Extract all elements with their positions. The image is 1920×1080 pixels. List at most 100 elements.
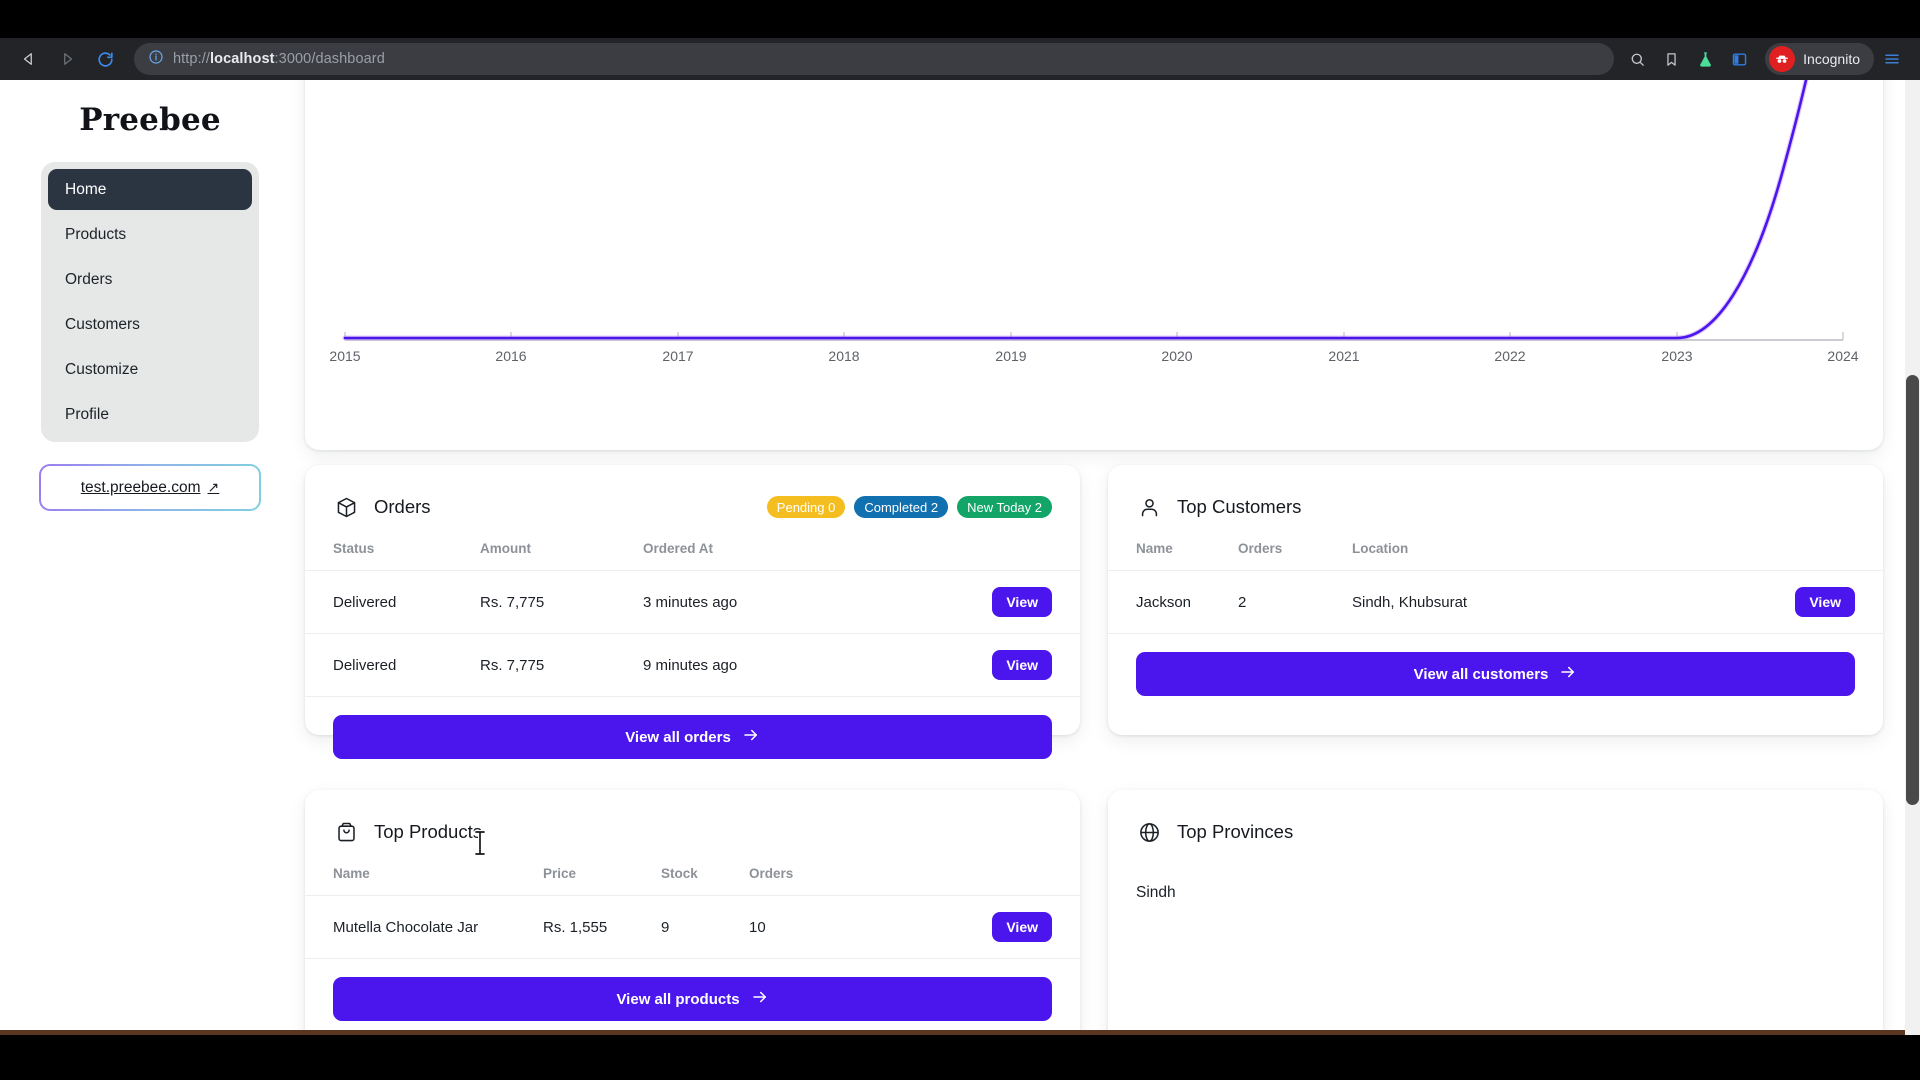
x-tick-label: 2015 [329, 348, 361, 364]
column-header-orders: Orders [749, 866, 794, 881]
growth-chart-card: 2015 2016 2017 2018 2019 2020 2021 2022 … [305, 80, 1883, 450]
sidebar-item-label: Home [65, 180, 107, 198]
view-customer-button[interactable]: View [1795, 587, 1855, 617]
orders-card-title: Orders [374, 496, 431, 517]
view-order-button[interactable]: View [992, 587, 1052, 617]
store-link-button[interactable]: test.preebee.com ↗ [39, 464, 261, 511]
status-badge-new-today[interactable]: New Today 2 [957, 496, 1052, 518]
column-header-price: Price [543, 866, 577, 881]
site-info-icon[interactable] [148, 49, 164, 70]
view-all-customers-button[interactable]: View all customers [1136, 652, 1855, 696]
side-panel-icon[interactable] [1723, 43, 1755, 75]
top-customers-card: Top Customers Name Orders Location Jacks… [1108, 465, 1883, 735]
package-icon [333, 494, 359, 520]
browser-toolbar: http://localhost:3000/dashboard Incognit… [0, 38, 1920, 80]
extension-flask-icon[interactable] [1689, 43, 1721, 75]
reload-button[interactable] [88, 42, 122, 76]
column-header-amount: Amount [480, 541, 531, 556]
forward-button[interactable] [50, 42, 84, 76]
sidebar-item-label: Customize [65, 360, 139, 378]
top-customers-card-header: Top Customers [1108, 465, 1883, 527]
view-all-orders-button[interactable]: View all orders [333, 715, 1052, 759]
column-header-name: Name [333, 866, 370, 881]
orders-card-header: Orders Pending 0 Completed 2 New Today 2 [305, 465, 1080, 527]
sidebar-item-label: Orders [65, 270, 113, 288]
table-row[interactable]: Mutella Chocolate Jar Rs. 1,555 9 10 Vie… [305, 895, 1080, 959]
view-all-products-label: View all products [616, 990, 740, 1008]
orders-badges: Pending 0 Completed 2 New Today 2 [766, 496, 1052, 518]
column-header-orderedat: Ordered At [643, 541, 714, 556]
order-status: Delivered [305, 633, 480, 697]
sidebar-item-profile[interactable]: Profile [48, 394, 252, 435]
table-row[interactable]: Delivered Rs. 7,775 9 minutes ago View [305, 633, 1080, 697]
view-all-products-button[interactable]: View all products [333, 977, 1052, 1021]
growth-chart[interactable]: 2015 2016 2017 2018 2019 2020 2021 2022 … [305, 80, 1883, 450]
table-row[interactable]: Jackson 2 Sindh, Khubsurat View [1108, 570, 1883, 634]
top-provinces-card: Top Provinces Sindh [1108, 790, 1883, 1030]
browser-menu-icon[interactable] [1876, 43, 1908, 75]
arrow-right-icon [751, 988, 769, 1010]
view-product-button[interactable]: View [992, 912, 1052, 942]
x-tick-label: 2019 [995, 348, 1027, 364]
sidebar-item-customers[interactable]: Customers [48, 304, 252, 345]
orders-table: Status Amount Ordered At Delivered Rs. 7… [305, 535, 1080, 697]
arrow-right-icon [742, 726, 760, 748]
sidebar-item-orders[interactable]: Orders [48, 259, 252, 300]
address-bar-url: http://localhost:3000/dashboard [173, 51, 385, 67]
x-tick-label: 2018 [828, 348, 860, 364]
order-amount: Rs. 7,775 [480, 633, 643, 697]
browser-tab-strip [0, 0, 1920, 38]
order-amount: Rs. 7,775 [480, 570, 643, 634]
globe-icon [1136, 819, 1162, 845]
view-order-button[interactable]: View [992, 650, 1052, 680]
view-all-orders-label: View all orders [625, 728, 731, 746]
column-header-status: Status [333, 541, 375, 556]
column-header-action [970, 860, 1080, 896]
top-provinces-card-header: Top Provinces [1108, 790, 1883, 852]
search-icon[interactable] [1621, 43, 1653, 75]
top-customers-table: Name Orders Location Jackson 2 Sindh, Kh… [1108, 535, 1883, 634]
status-badge-pending[interactable]: Pending 0 [766, 496, 846, 518]
page-scrollbar-track[interactable] [1905, 80, 1920, 1035]
page-scrollbar-thumb[interactable] [1906, 375, 1919, 805]
top-provinces-card-title: Top Provinces [1177, 821, 1294, 842]
column-header-orders: Orders [1238, 541, 1283, 556]
x-tick-label: 2022 [1494, 348, 1526, 364]
x-tick-label: 2016 [495, 348, 527, 364]
product-price: Rs. 1,555 [543, 895, 661, 959]
sidebar-item-label: Profile [65, 405, 109, 423]
sidebar-item-label: Customers [65, 315, 140, 333]
person-icon [1136, 494, 1162, 520]
external-link-arrow-icon: ↗ [207, 479, 220, 495]
customer-orders: 2 [1238, 570, 1352, 634]
sidebar-item-products[interactable]: Products [48, 214, 252, 255]
customer-location: Sindh, Khubsurat [1352, 570, 1763, 634]
status-badge-completed[interactable]: Completed 2 [854, 496, 949, 518]
customer-name: Jackson [1108, 570, 1238, 634]
arrow-right-icon [1559, 663, 1577, 685]
sidebar-item-home[interactable]: Home [48, 169, 252, 210]
order-status: Delivered [305, 570, 480, 634]
brand-logo: Preebee [79, 102, 221, 138]
view-all-customers-label: View all customers [1413, 665, 1549, 683]
sidebar-item-customize[interactable]: Customize [48, 349, 252, 390]
top-products-card: Top Products Name Price Stock Orders Mut… [305, 790, 1080, 1030]
table-header-row: Status Amount Ordered At [305, 535, 1080, 571]
x-tick-label: 2021 [1328, 348, 1360, 364]
order-ordered-at: 3 minutes ago [643, 570, 950, 634]
table-row[interactable]: Delivered Rs. 7,775 3 minutes ago View [305, 570, 1080, 634]
order-ordered-at: 9 minutes ago [643, 633, 950, 697]
bookmark-icon[interactable] [1655, 43, 1687, 75]
chart-series-line [343, 80, 1808, 340]
toolbar-actions: Incognito [1621, 43, 1908, 75]
column-header-stock: Stock [661, 866, 698, 881]
profile-chip[interactable]: Incognito [1765, 43, 1874, 75]
column-header-action [1763, 535, 1883, 571]
shopping-bag-icon [333, 819, 359, 845]
product-orders: 10 [749, 895, 970, 959]
address-bar[interactable]: http://localhost:3000/dashboard [134, 43, 1614, 75]
table-header-row: Name Price Stock Orders [305, 860, 1080, 896]
back-button[interactable] [12, 42, 46, 76]
sidebar-item-label: Products [65, 225, 127, 243]
profile-label: Incognito [1803, 51, 1860, 67]
